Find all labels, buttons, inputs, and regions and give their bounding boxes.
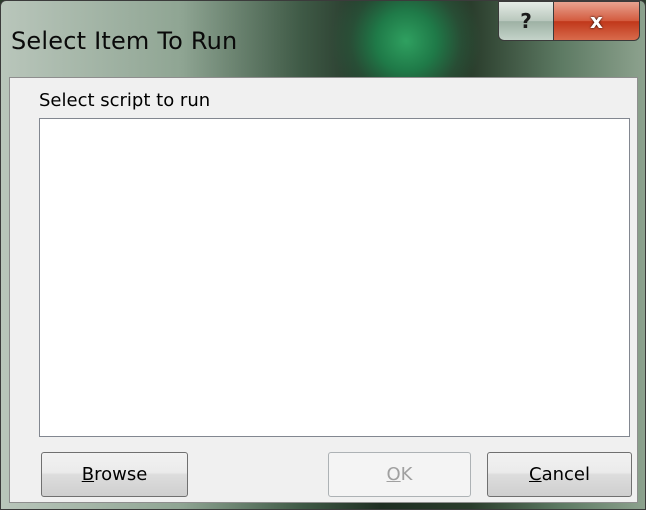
browse-label: rowse xyxy=(94,464,148,485)
close-button[interactable]: x xyxy=(554,1,640,41)
script-listbox[interactable] xyxy=(39,118,630,437)
help-button[interactable]: ? xyxy=(498,1,554,41)
caption-buttons: ? x xyxy=(498,1,640,45)
cancel-label: ancel xyxy=(541,464,590,485)
cancel-button[interactable]: Cancel xyxy=(487,452,632,497)
dialog-window: Select Item To Run ? x Select script to … xyxy=(0,0,646,510)
window-title: Select Item To Run xyxy=(11,27,238,55)
ok-button[interactable]: OK xyxy=(328,452,471,497)
cancel-accelerator: C xyxy=(529,464,542,485)
ok-accelerator: O xyxy=(386,464,401,485)
browse-button[interactable]: Browse xyxy=(41,452,188,497)
help-icon: ? xyxy=(520,9,532,33)
dialog-client-area: Select script to run Browse OK Cancel xyxy=(9,77,638,503)
close-icon: x xyxy=(590,9,603,33)
title-bar[interactable]: Select Item To Run ? x xyxy=(1,1,646,77)
ok-label: K xyxy=(400,464,413,485)
script-prompt-label: Select script to run xyxy=(39,90,211,111)
browse-accelerator: B xyxy=(81,464,95,485)
